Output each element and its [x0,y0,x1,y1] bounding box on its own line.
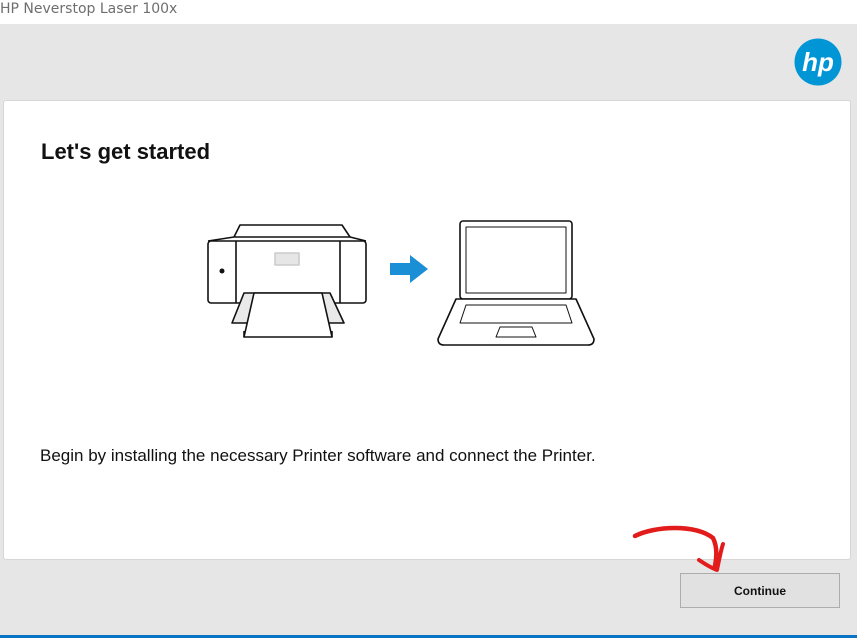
hp-logo-icon: hp [794,38,842,86]
window-titlebar: HP Neverstop Laser 100x [0,0,857,24]
header-band [0,24,857,100]
description-text: Begin by installing the necessary Printe… [40,446,596,465]
printer-icon [207,224,367,338]
laptop-icon [437,220,595,346]
setup-illustration [207,220,595,346]
hp-logo-text: hp [802,47,834,77]
continue-button[interactable]: Continue [680,573,840,608]
content-panel: Let's get started Begin by installing th… [3,100,851,560]
arrow-right-icon [390,255,428,283]
window-title: HP Neverstop Laser 100x [0,1,178,17]
page-title: Let's get started [41,139,211,164]
